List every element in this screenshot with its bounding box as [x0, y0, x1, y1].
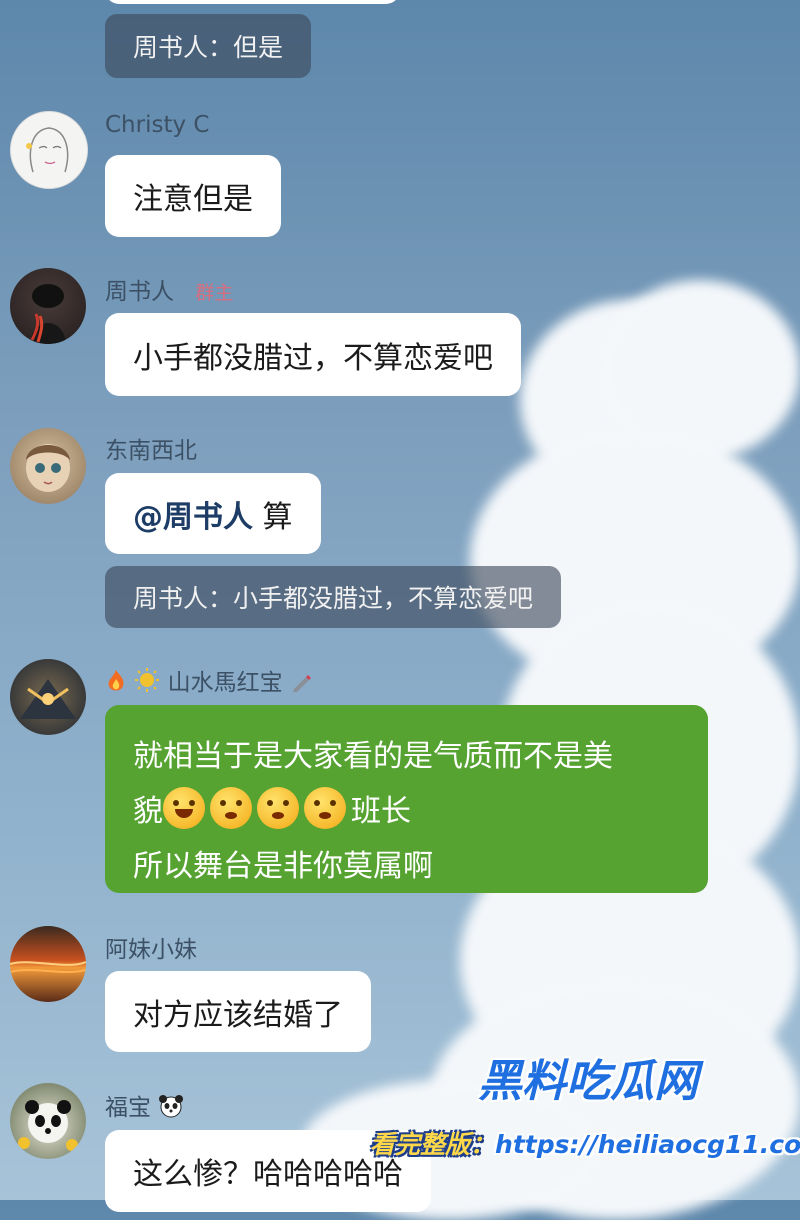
quote-reply[interactable]: 周书人：小手都没腊过，不算恋爱吧 — [105, 566, 562, 628]
sender-name-text: 山水馬红宝 — [167, 670, 283, 696]
angry-emoji — [210, 787, 252, 829]
hooded-figure-icon — [30, 284, 66, 344]
quote-text: 周书人：小手都没腊过，不算恋爱吧 — [133, 584, 534, 613]
sender-name: Christy C — [105, 112, 210, 138]
message-line: 貌 班长 — [133, 784, 680, 839]
avatar[interactable] — [10, 268, 86, 344]
avatar[interactable] — [10, 428, 86, 504]
message-line: 所以舞台是非你莫属啊 — [133, 849, 433, 884]
sender-name-text: 福宝 — [105, 1095, 151, 1121]
avatar[interactable] — [10, 1083, 86, 1159]
watermark-prefix: 看完整版： — [370, 1130, 496, 1159]
warrior-icon — [20, 679, 76, 719]
message-bubble[interactable]: 就相当于是大家看的是气质而不是美 貌 班长 所以舞台是非你莫属啊 — [105, 705, 708, 893]
panda-avatar-icon — [18, 1100, 78, 1151]
sender-name: 阿妹小妹 — [105, 937, 197, 963]
message-line: 就相当于是大家看的是气质而不是美 — [133, 739, 613, 774]
doll-icon — [26, 444, 70, 492]
owner-badge: 群主 — [195, 282, 234, 304]
sketch-girl-icon — [26, 127, 69, 173]
avatar[interactable] — [10, 659, 86, 735]
previous-bubble — [105, 0, 400, 4]
pen-icon — [292, 675, 311, 692]
watermark-url-line: 看完整版：https://heiliaocg11.com — [370, 1125, 800, 1161]
message-text: 算 — [253, 499, 293, 535]
watermark-url: https://heiliaocg11.com — [495, 1130, 800, 1159]
mention-link[interactable]: @周书人 — [133, 492, 253, 536]
message-text: 对方应该结婚了 — [133, 997, 343, 1033]
panda-icon — [159, 1095, 184, 1118]
sender-name: 福宝 — [105, 1088, 184, 1122]
message-text: 班长 — [351, 794, 411, 829]
sun-icon — [135, 668, 160, 692]
quote-text: 周书人：但是 — [133, 33, 284, 62]
quote-reply[interactable]: 周书人：但是 — [105, 14, 312, 78]
angry-emoji — [304, 787, 346, 829]
message-bubble[interactable]: 对方应该结婚了 — [105, 971, 371, 1052]
sender-name-text: 周书人 — [105, 279, 174, 305]
message-text: 这么惨？哈哈哈哈哈 — [133, 1157, 403, 1192]
sender-name: 山水馬红宝 — [105, 663, 312, 697]
sender-name: 东南西北 — [105, 438, 197, 464]
fire-icon — [108, 670, 124, 691]
message-text: 小手都没腊过，不算恋爱吧 — [133, 340, 493, 376]
message-bubble[interactable]: 注意但是 — [105, 155, 281, 237]
avatar[interactable] — [10, 926, 86, 1002]
message-text: 注意但是 — [133, 182, 253, 217]
message-text: 貌 — [133, 794, 163, 829]
watermark: 黑料吃瓜网 看完整版：https://heiliaocg11.com — [370, 1045, 800, 1200]
chat-view[interactable]: 周书人：但是 Christy C 注意但是 周书人 群主 小手都没腊过，不算恋爱… — [0, 0, 800, 1212]
message-bubble[interactable]: @周书人 算 — [105, 473, 321, 554]
message-bubble[interactable]: 小手都没腊过，不算恋爱吧 — [105, 313, 521, 396]
smile-emoji — [163, 787, 205, 829]
avatar[interactable] — [10, 111, 88, 189]
sender-name: 周书人 群主 — [105, 272, 233, 306]
sunset-icon — [10, 961, 86, 973]
watermark-title: 黑料吃瓜网 — [478, 1056, 698, 1107]
angry-emoji — [257, 787, 299, 829]
